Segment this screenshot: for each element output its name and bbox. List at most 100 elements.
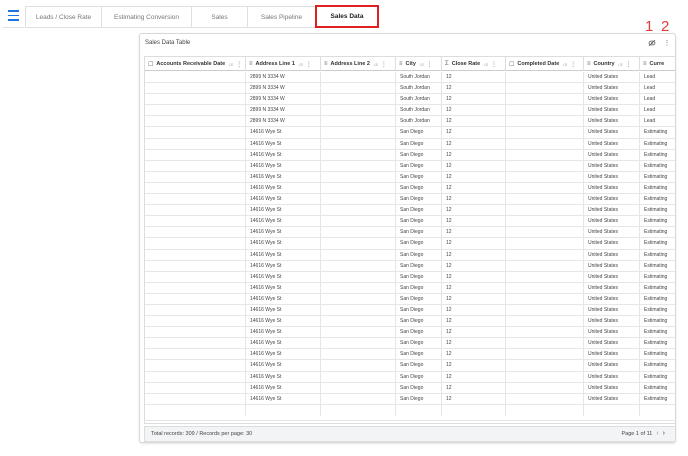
table-cell: 2899 N 3334 W (246, 116, 321, 128)
table-row[interactable]: 14616 Wye St San Diego 12 United States Esti… (145, 149, 675, 161)
table-row[interactable]: 14616 Wye St San Diego 12 United States Esti… (145, 227, 675, 239)
table-cell: United States (584, 149, 640, 161)
column-menu-icon[interactable]: ⋮ (427, 61, 433, 68)
table-row[interactable]: 14616 Wye St San Diego 12 United States Esti… (145, 382, 675, 394)
table-body: 2899 N 3334 W South Jordan 12 United States… (145, 72, 675, 421)
column-menu-icon[interactable]: ⋮ (570, 61, 576, 68)
table-cell (506, 404, 584, 416)
sort-icon[interactable]: ↓≡ (228, 62, 233, 67)
table-cell (506, 216, 584, 228)
table-cell: United States (584, 72, 640, 84)
sales-data-card: Sales Data Table ⋮ ☐ Accounts Receivable … (139, 33, 676, 443)
table-cell (506, 271, 584, 283)
table-row[interactable]: 14616 Wye St San Diego 12 United States Esti… (145, 127, 675, 139)
table-row[interactable]: 14616 Wye St San Diego 12 United States Esti… (145, 216, 675, 228)
table-row[interactable]: 14616 Wye St San Diego 12 United States Esti… (145, 282, 675, 294)
card-title: Sales Data Table (145, 40, 191, 46)
table-row[interactable]: 14616 Wye St San Diego 12 United States Esti… (145, 360, 675, 372)
table-cell: South Jordan (396, 94, 442, 106)
table-cell: San Diego (396, 249, 442, 261)
table-row[interactable]: 14616 Wye St San Diego 12 United States Esti… (145, 371, 675, 383)
column-header[interactable]: ☐ Completed Date ↓≡ ⋮ (506, 57, 584, 71)
table-row[interactable] (145, 404, 675, 421)
column-type-icon: ☐ (509, 61, 515, 68)
table-row[interactable]: 14616 Wye St San Diego 12 United States Esti… (145, 316, 675, 328)
table-cell: 14616 Wye St (246, 382, 321, 394)
table-row[interactable]: 14616 Wye St San Diego 12 United States Esti… (145, 205, 675, 217)
tab-sales-pipeline[interactable]: Sales Pipeline (247, 6, 315, 28)
column-menu-icon[interactable]: ⋮ (381, 61, 387, 68)
column-header[interactable]: ☐ Accounts Receivable Date ↓≡ ⋮ (145, 57, 246, 71)
column-header-label: Address Line 1 (255, 61, 295, 67)
sort-icon[interactable]: ↓≡ (618, 62, 623, 67)
kebab-icon[interactable]: ⋮ (662, 38, 672, 48)
table-cell: San Diego (396, 216, 442, 228)
table-cell (321, 327, 396, 339)
table-cell: 14616 Wye St (246, 338, 321, 350)
records-per-page-value[interactable]: 30 (246, 431, 252, 437)
table-cell: Estimating (640, 327, 675, 338)
table-row[interactable]: 14616 Wye St San Diego 12 United States Esti… (145, 304, 675, 317)
sort-icon[interactable]: ↓≡ (562, 62, 567, 67)
table-cell (321, 338, 396, 350)
table-cell (321, 304, 396, 317)
table-row[interactable]: 14616 Wye St San Diego 12 United States Esti… (145, 260, 675, 272)
sort-icon[interactable]: ↓≡ (298, 62, 303, 67)
table-cell: 12 (442, 249, 506, 261)
table-cell (321, 127, 396, 139)
hamburger-menu-icon[interactable] (2, 4, 24, 28)
table-row[interactable]: 14616 Wye St San Diego 12 United States Esti… (145, 338, 675, 350)
table-row[interactable]: 14616 Wye St San Diego 12 United States Esti… (145, 271, 675, 283)
table-cell: United States (584, 182, 640, 195)
table-cell (321, 72, 396, 84)
table-cell (321, 83, 396, 95)
table-row[interactable]: 14616 Wye St San Diego 12 United States Esti… (145, 293, 675, 305)
table-cell: 12 (442, 360, 506, 372)
table-row[interactable]: 2899 N 3334 W South Jordan 12 United States… (145, 83, 675, 95)
table-row[interactable]: 14616 Wye St San Diego 12 United States Esti… (145, 138, 675, 150)
table-cell (584, 404, 640, 416)
table-cell (506, 282, 584, 294)
column-header[interactable]: ≡ Curre (640, 57, 675, 71)
top-bar: Leads / Close Rate Estimating Conversion S… (0, 0, 688, 34)
sort-icon[interactable]: ↓≡ (373, 62, 378, 67)
column-header[interactable]: ≡ Address Line 2 ↓≡ ⋮ (321, 57, 396, 71)
table-row[interactable]: 2899 N 3334 W South Jordan 12 United States… (145, 94, 675, 106)
table-row[interactable]: 14616 Wye St San Diego 12 United States Esti… (145, 238, 675, 250)
column-menu-icon[interactable]: ⋮ (236, 61, 242, 68)
column-header[interactable]: ≡ Country ↓≡ ⋮ (584, 57, 640, 71)
table-cell (640, 405, 675, 416)
eye-slash-icon[interactable] (647, 38, 657, 48)
table-row[interactable]: 14616 Wye St San Diego 12 United States Esti… (145, 182, 675, 195)
column-header[interactable]: ≡ Address Line 1 ↓≡ ⋮ (246, 57, 321, 71)
sort-icon[interactable]: ↓≡ (419, 62, 424, 67)
table-cell: 14616 Wye St (246, 282, 321, 294)
table-row[interactable]: 14616 Wye St San Diego 12 United States Esti… (145, 249, 675, 261)
column-header[interactable]: Σ Close Rate ↓≡ ⋮ (442, 57, 506, 71)
table-cell (506, 182, 584, 195)
tab-sales-data[interactable]: Sales Data (315, 5, 379, 28)
tab-estimating-conversion[interactable]: Estimating Conversion (101, 6, 191, 28)
table-row[interactable]: 14616 Wye St San Diego 12 United States Esti… (145, 393, 675, 405)
next-page-icon[interactable]: › (663, 430, 665, 437)
table-row[interactable]: 2899 N 3334 W South Jordan 12 United States… (145, 105, 675, 117)
table-row[interactable]: 2899 N 3334 W South Jordan 12 United States… (145, 72, 675, 84)
column-menu-icon[interactable]: ⋮ (306, 61, 312, 68)
table-row[interactable]: 14616 Wye St San Diego 12 United States Esti… (145, 327, 675, 339)
table-cell (321, 282, 396, 294)
sort-icon[interactable]: ↓≡ (483, 62, 488, 67)
tab-sales[interactable]: Sales (191, 6, 247, 28)
column-menu-icon[interactable]: ⋮ (491, 61, 497, 68)
table-row[interactable]: 14616 Wye St San Diego 12 United States Esti… (145, 171, 675, 183)
column-header[interactable]: ≡ City ↓≡ ⋮ (396, 57, 442, 71)
table-row[interactable]: 14616 Wye St San Diego 12 United States Esti… (145, 160, 675, 172)
table-cell (145, 282, 246, 294)
table-cell: 12 (442, 138, 506, 150)
prev-page-icon[interactable]: ‹ (656, 430, 658, 437)
column-menu-icon[interactable]: ⋮ (626, 61, 632, 68)
table-row[interactable]: 14616 Wye St San Diego 12 United States Esti… (145, 349, 675, 361)
table-row[interactable]: 14616 Wye St San Diego 12 United States Esti… (145, 194, 675, 206)
table-row[interactable]: 2899 N 3334 W South Jordan 12 United States… (145, 116, 675, 128)
table-cell: 2899 N 3334 W (246, 83, 321, 95)
tab-leads-close-rate[interactable]: Leads / Close Rate (25, 6, 101, 28)
